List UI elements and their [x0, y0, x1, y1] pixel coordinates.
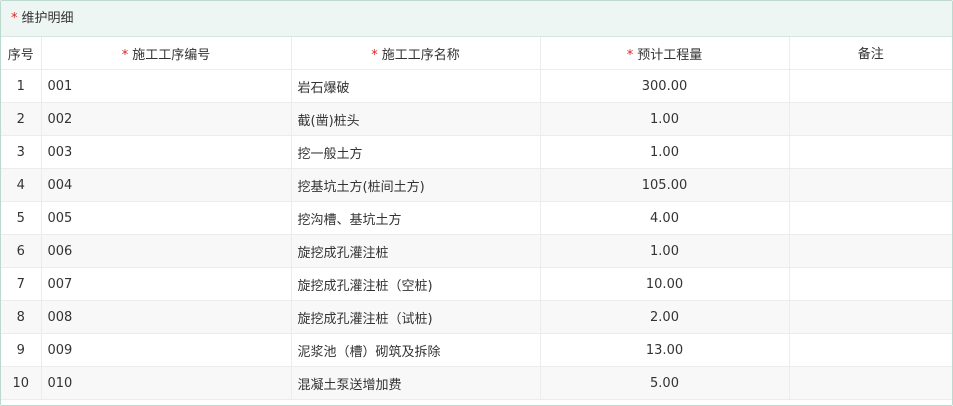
- cell-name[interactable]: 旋挖成孔灌注桩: [291, 234, 541, 268]
- cell-name[interactable]: 截(凿)桩头: [291, 102, 541, 136]
- column-header-name: * 施工工序名称: [291, 37, 541, 70]
- cell-index: 2: [1, 102, 42, 136]
- cell-name[interactable]: 泥浆池（槽）砌筑及拆除: [291, 333, 541, 367]
- cell-name[interactable]: 岩石爆破: [291, 69, 541, 103]
- table-row[interactable]: 8 008 旋挖成孔灌注桩（试桩) 2.00: [1, 300, 952, 334]
- column-header-code: * 施工工序编号: [41, 37, 292, 70]
- cell-index: 7: [1, 267, 42, 301]
- cell-quantity[interactable]: 13.00: [540, 333, 790, 367]
- table-row[interactable]: 5 005 挖沟槽、基坑土方 4.00: [1, 201, 952, 235]
- cell-code[interactable]: 001: [41, 69, 292, 103]
- maintenance-detail-panel: * 维护明细 序号 * 施工工序编号 * 施工工序名称 * 预计工程量 备注 1 001…: [0, 0, 953, 406]
- cell-code[interactable]: 002: [41, 102, 292, 136]
- required-mark: *: [371, 47, 378, 63]
- cell-index: 9: [1, 333, 42, 367]
- cell-remark[interactable]: [789, 168, 952, 202]
- cell-code[interactable]: 007: [41, 267, 292, 301]
- cell-remark[interactable]: [789, 366, 952, 400]
- cell-index: 6: [1, 234, 42, 268]
- cell-quantity[interactable]: 2.00: [540, 300, 790, 334]
- cell-remark[interactable]: [789, 300, 952, 334]
- cell-index: 4: [1, 168, 42, 202]
- cell-name[interactable]: 挖基坑土方(桩间土方): [291, 168, 541, 202]
- required-mark: *: [11, 11, 18, 26]
- table-row[interactable]: 2 002 截(凿)桩头 1.00: [1, 102, 952, 136]
- cell-code[interactable]: 008: [41, 300, 292, 334]
- cell-remark[interactable]: [789, 102, 952, 136]
- cell-remark[interactable]: [789, 135, 952, 169]
- cell-code[interactable]: 009: [41, 333, 292, 367]
- cell-quantity[interactable]: 1.00: [540, 234, 790, 268]
- column-header-index: 序号: [1, 37, 42, 70]
- cell-index: 5: [1, 201, 42, 235]
- cell-remark[interactable]: [789, 201, 952, 235]
- cell-name[interactable]: 挖一般土方: [291, 135, 541, 169]
- cell-index: 1: [1, 69, 42, 103]
- cell-code[interactable]: 010: [41, 366, 292, 400]
- column-header-quantity: * 预计工程量: [540, 37, 790, 70]
- section-title: 维护明细: [21, 11, 74, 26]
- cell-quantity[interactable]: 5.00: [540, 366, 790, 400]
- table-row[interactable]: 6 006 旋挖成孔灌注桩 1.00: [1, 234, 952, 268]
- table-row[interactable]: 4 004 挖基坑土方(桩间土方) 105.00: [1, 168, 952, 202]
- cell-quantity[interactable]: 4.00: [540, 201, 790, 235]
- cell-code[interactable]: 003: [41, 135, 292, 169]
- cell-quantity[interactable]: 300.00: [540, 69, 790, 103]
- cell-quantity[interactable]: 10.00: [540, 267, 790, 301]
- cell-code[interactable]: 005: [41, 201, 292, 235]
- cell-quantity[interactable]: 1.00: [540, 102, 790, 136]
- maintenance-detail-table: 序号 * 施工工序编号 * 施工工序名称 * 预计工程量 备注 1 001 岩石爆破 …: [1, 37, 952, 400]
- cell-index: 10: [1, 366, 42, 400]
- cell-remark[interactable]: [789, 69, 952, 103]
- cell-quantity[interactable]: 105.00: [540, 168, 790, 202]
- cell-index: 8: [1, 300, 42, 334]
- cell-name[interactable]: 挖沟槽、基坑土方: [291, 201, 541, 235]
- column-header-remark: 备注: [789, 37, 952, 70]
- cell-name[interactable]: 旋挖成孔灌注桩（试桩): [291, 300, 541, 334]
- cell-name[interactable]: 旋挖成孔灌注桩（空桩): [291, 267, 541, 301]
- cell-remark[interactable]: [789, 234, 952, 268]
- cell-remark[interactable]: [789, 333, 952, 367]
- required-mark: *: [626, 47, 634, 63]
- table-row[interactable]: 10 010 混凝土泵送增加费 5.00: [1, 366, 952, 400]
- table-row[interactable]: 1 001 岩石爆破 300.00: [1, 69, 952, 103]
- table-row[interactable]: 7 007 旋挖成孔灌注桩（空桩) 10.00: [1, 267, 952, 301]
- required-mark: *: [121, 47, 129, 63]
- section-header: * 维护明细: [1, 1, 952, 37]
- table-row[interactable]: 3 003 挖一般土方 1.00: [1, 135, 952, 169]
- cell-quantity[interactable]: 1.00: [540, 135, 790, 169]
- cell-code[interactable]: 004: [41, 168, 292, 202]
- cell-name[interactable]: 混凝土泵送增加费: [291, 366, 541, 400]
- cell-index: 3: [1, 135, 42, 169]
- cell-code[interactable]: 006: [41, 234, 292, 268]
- cell-remark[interactable]: [789, 267, 952, 301]
- table-row[interactable]: 9 009 泥浆池（槽）砌筑及拆除 13.00: [1, 333, 952, 367]
- table-header-row: 序号 * 施工工序编号 * 施工工序名称 * 预计工程量 备注: [1, 37, 952, 70]
